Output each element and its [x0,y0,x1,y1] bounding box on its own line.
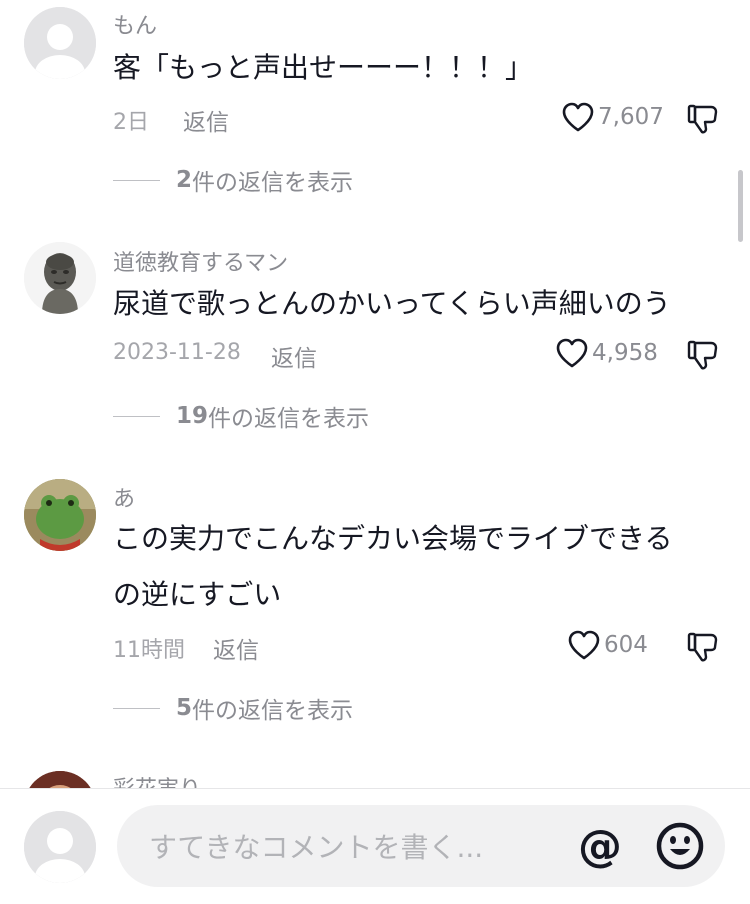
heart-icon [568,630,600,660]
default-avatar-icon [24,7,96,79]
view-replies-label: 件の返信を表示 [208,406,370,432]
comment-composer: @ [0,788,750,904]
view-replies-label: 件の返信を表示 [192,698,354,724]
divider-line [113,415,160,417]
comment-text: 客「もっと声出せーーー！！！」 [113,51,534,84]
reply-count: 2 [176,167,193,193]
heart-icon [556,338,588,368]
like-button[interactable]: 604 [567,629,648,661]
emoji-face-icon [656,822,704,870]
comment-username[interactable]: 彩花実り [113,771,201,788]
like-count: 7,607 [598,104,664,130]
comment-username[interactable]: あ [113,481,135,513]
like-button[interactable]: 7,607 [561,101,664,133]
view-replies-button[interactable]: 2 件の返信を表示 [113,163,353,197]
reply-count: 19 [176,403,209,429]
like-count: 4,958 [592,340,658,366]
scrollbar[interactable] [738,170,743,242]
user-avatar[interactable] [24,242,96,314]
heart-icon [562,102,594,132]
reply-button[interactable]: 返信 [183,103,229,137]
reply-count: 5 [176,695,193,721]
thumbs-down-icon [687,104,718,134]
thumbs-down-icon [687,340,718,370]
user-avatar[interactable] [24,7,96,79]
comment-input[interactable] [147,805,551,889]
like-count: 604 [604,632,648,658]
comment-list[interactable]: もん 客「もっと声出せーーー！！！」 2日 返信 7,607 2 件の返信を表示 [0,0,750,788]
photo-avatar-icon [24,771,96,788]
my-avatar [24,811,96,883]
user-avatar[interactable] [24,771,96,788]
dislike-button[interactable] [686,630,720,668]
comment-time: 11時間 [113,638,185,663]
comment-time: 2日 [113,110,149,135]
comment-text-line-1: この実力でこんなデカい会場でライブできる [113,522,673,555]
default-avatar-icon [24,811,96,883]
view-replies-label: 件の返信を表示 [192,170,354,196]
comment-username[interactable]: もん [113,8,157,40]
reply-button[interactable]: 返信 [213,631,259,665]
dislike-button[interactable] [686,338,720,376]
comment-text-line-2: の逆にすごい [113,578,282,611]
mention-button[interactable]: @ [573,819,627,873]
user-avatar[interactable] [24,479,96,551]
reply-button[interactable]: 返信 [271,339,317,373]
dislike-button[interactable] [686,102,720,140]
comment-time: 2023-11-28 [113,340,241,365]
view-replies-button[interactable]: 19 件の返信を表示 [113,399,369,433]
view-replies-button[interactable]: 5 件の返信を表示 [113,691,353,725]
divider-line [113,707,160,709]
comment-text: 尿道で歌っとんのかいってくらい声細いのう [113,287,671,320]
comment-input-container[interactable]: @ [117,805,725,889]
emoji-button[interactable] [653,819,707,877]
thumbs-down-icon [687,632,718,662]
divider-line [113,179,160,181]
comment-username[interactable]: 道徳教育するマン [113,245,288,277]
bust-statue-avatar-icon [24,242,96,314]
frog-plush-avatar-icon [24,479,96,551]
like-button[interactable]: 4,958 [555,337,658,369]
